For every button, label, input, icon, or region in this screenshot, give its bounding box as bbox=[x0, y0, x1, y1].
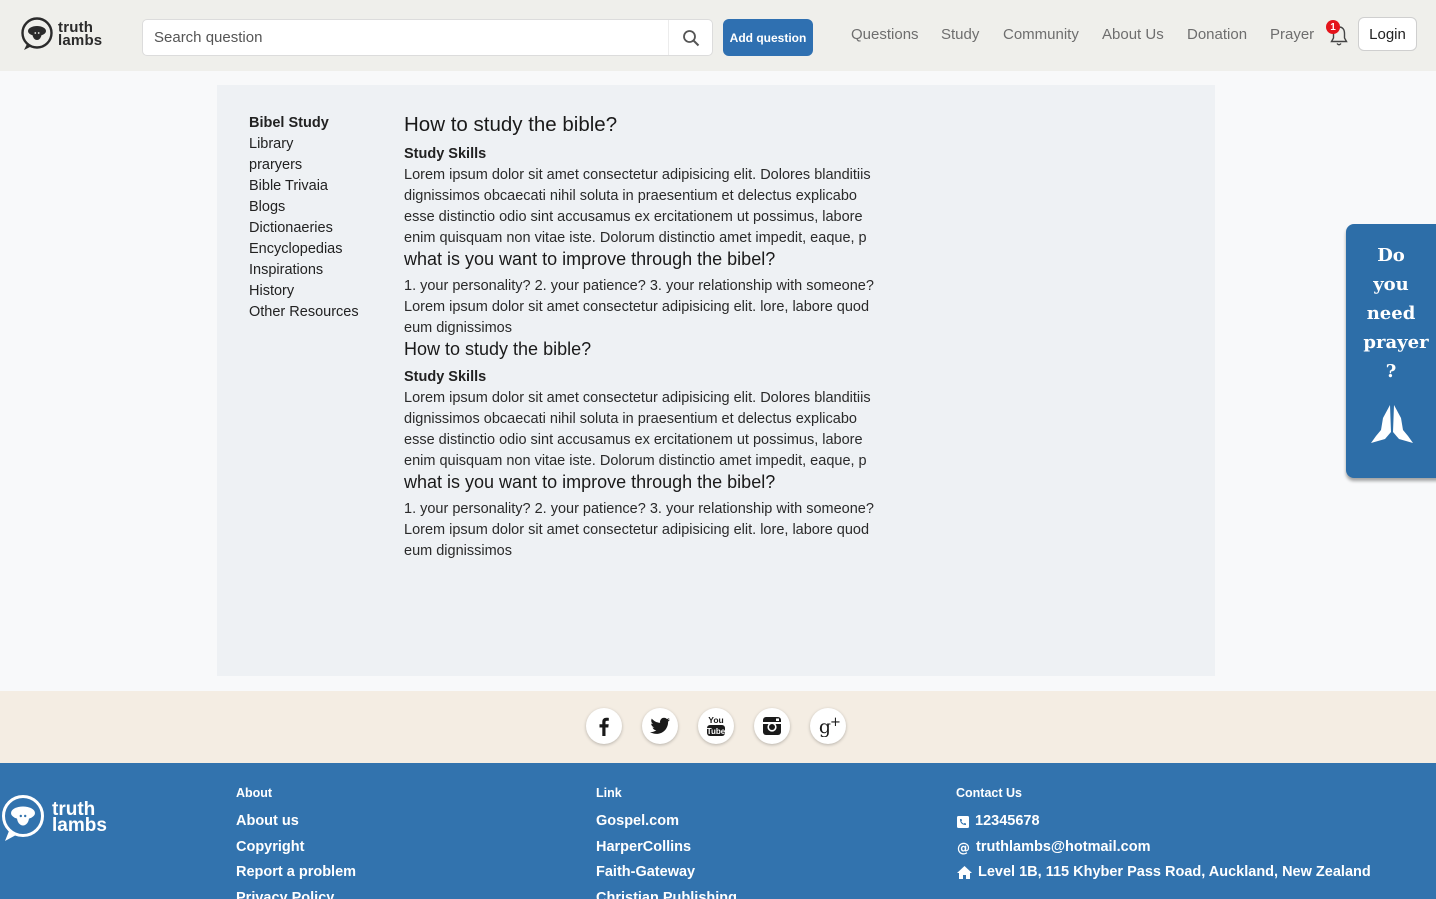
section-question: what is you want to improve through the … bbox=[404, 472, 776, 492]
site-logo[interactable]: truth lambs bbox=[20, 17, 102, 51]
footer-address-text: Level 1B, 115 Khyber Pass Road, Auckland… bbox=[978, 864, 1371, 880]
prayer-request-widget[interactable]: Do you need prayer ? bbox=[1346, 224, 1436, 478]
section-title: How to study the bible? bbox=[404, 339, 592, 359]
nav-prayer[interactable]: Prayer bbox=[1270, 26, 1314, 43]
home-icon bbox=[957, 866, 972, 880]
prayer-widget-text: Do you need prayer ? bbox=[1346, 241, 1436, 386]
svg-text:@: @ bbox=[957, 841, 970, 855]
footer-logo-line-2: lambs bbox=[52, 815, 107, 836]
logo-line-2: lambs bbox=[58, 32, 103, 49]
footer-link-heading: Link bbox=[596, 786, 622, 800]
section-list: 1. your personality? 2. your patience? 3… bbox=[404, 501, 874, 517]
youtube-icon: You Tube bbox=[707, 715, 726, 736]
footer-link-column: Link Gospel.com HarperCollins Faith-Gate… bbox=[596, 786, 737, 899]
add-question-button[interactable]: Add question bbox=[723, 19, 813, 56]
section-body-2: Lorem ipsum dolor sit amet consectetur a… bbox=[404, 299, 870, 336]
footer-link-gospel[interactable]: Gospel.com bbox=[596, 809, 737, 835]
footer-link-privacy-policy[interactable]: Privacy Policy bbox=[236, 886, 356, 899]
sidebar-item-history[interactable]: History bbox=[249, 281, 389, 302]
footer-about-heading: About bbox=[236, 786, 273, 800]
article: How to study the bible? Study Skills Lor… bbox=[404, 112, 874, 562]
footer-contact-heading: Contact Us bbox=[956, 786, 1022, 800]
praying-hands-icon bbox=[1371, 405, 1413, 443]
search-bar bbox=[142, 19, 713, 56]
section-body-2: Lorem ipsum dolor sit amet consectetur a… bbox=[404, 522, 870, 559]
sidebar-item-praryers[interactable]: praryers bbox=[249, 155, 389, 176]
login-button[interactable]: Login bbox=[1358, 17, 1417, 51]
footer-wordmark: truth lambs bbox=[52, 800, 107, 836]
section-title: How to study the bible? bbox=[404, 113, 618, 136]
search-input[interactable] bbox=[143, 20, 668, 55]
nav-study[interactable]: Study bbox=[941, 26, 979, 43]
nav-about-us[interactable]: About Us bbox=[1102, 26, 1164, 43]
sidebar-item-blogs[interactable]: Blogs bbox=[249, 197, 389, 218]
site-footer: truth lambs About About us Copyright Rep… bbox=[0, 763, 1436, 899]
svg-text:You: You bbox=[708, 715, 723, 725]
social-strip: You Tube g + bbox=[0, 691, 1436, 763]
nav-donation[interactable]: Donation bbox=[1187, 26, 1247, 43]
prayer-line: Do bbox=[1377, 245, 1405, 266]
footer-phone-text: 12345678 bbox=[975, 813, 1040, 829]
section-body: Lorem ipsum dolor sit amet consectetur a… bbox=[404, 167, 871, 246]
footer-logo[interactable]: truth lambs bbox=[0, 794, 107, 842]
facebook-icon bbox=[599, 717, 609, 736]
footer-email-text: truthlambs@hotmail.com bbox=[976, 838, 1151, 855]
sidebar-item-library[interactable]: Library bbox=[249, 134, 389, 155]
top-navbar: truth lambs Add question Questions Study… bbox=[0, 0, 1436, 71]
study-sidebar: Bibel Study Library praryers Bible Triva… bbox=[249, 113, 389, 323]
svg-text:+: + bbox=[830, 715, 841, 730]
facebook-link[interactable] bbox=[586, 708, 622, 744]
sidebar-item-bible-trivaia[interactable]: Bible Trivaia bbox=[249, 176, 389, 197]
twitter-link[interactable] bbox=[642, 708, 678, 744]
article-section: How to study the bible? Study Skills Lor… bbox=[404, 339, 874, 562]
sidebar-item-other-resources[interactable]: Other Resources bbox=[249, 302, 389, 323]
prayer-line: ? bbox=[1385, 361, 1397, 382]
google-plus-link[interactable]: g + bbox=[810, 708, 846, 744]
search-button[interactable] bbox=[668, 20, 712, 55]
footer-link-christian-publishing[interactable]: Christian Publishing bbox=[596, 886, 737, 899]
sidebar-item-encyclopedias[interactable]: Encyclopedias bbox=[249, 239, 389, 260]
sidebar-item-inspirations[interactable]: Inspirations bbox=[249, 260, 389, 281]
sidebar-item-dictionaeries[interactable]: Dictionaeries bbox=[249, 218, 389, 239]
notification-badge: 1 bbox=[1326, 20, 1340, 34]
logo-wordmark: truth lambs bbox=[58, 20, 103, 49]
twitter-icon bbox=[650, 717, 670, 734]
lamb-logo-icon bbox=[2, 795, 44, 841]
prayer-line: need bbox=[1366, 303, 1416, 324]
nav-questions[interactable]: Questions bbox=[851, 26, 919, 43]
youtube-link[interactable]: You Tube bbox=[698, 708, 734, 744]
footer-address: Level 1B, 115 Khyber Pass Road, Auckland… bbox=[956, 860, 1371, 886]
article-section: How to study the bible? Study Skills Lor… bbox=[404, 112, 874, 339]
at-sign-icon: @ bbox=[957, 841, 970, 855]
sidebar-item-bibel-study[interactable]: Bibel Study bbox=[249, 113, 389, 134]
nav-community[interactable]: Community bbox=[1003, 26, 1079, 43]
prayer-line: prayer bbox=[1363, 332, 1429, 353]
prayer-line: you bbox=[1373, 274, 1409, 295]
footer-link-about-us[interactable]: About us bbox=[236, 809, 356, 835]
footer-contact-column: Contact Us 12345678 @ truthlambs@hotmail… bbox=[956, 786, 1371, 886]
instagram-link[interactable] bbox=[754, 708, 790, 744]
search-icon bbox=[682, 29, 699, 46]
footer-link-faith-gateway[interactable]: Faith-Gateway bbox=[596, 860, 737, 886]
section-question: what is you want to improve through the … bbox=[404, 249, 776, 269]
footer-email[interactable]: @ truthlambs@hotmail.com bbox=[956, 835, 1371, 861]
svg-text:Tube: Tube bbox=[707, 727, 726, 736]
footer-link-harpercollins[interactable]: HarperCollins bbox=[596, 835, 737, 861]
footer-phone[interactable]: 12345678 bbox=[956, 809, 1371, 835]
phone-icon bbox=[957, 815, 969, 828]
footer-link-report-problem[interactable]: Report a problem bbox=[236, 860, 356, 886]
section-subtitle: Study Skills bbox=[404, 369, 487, 385]
lamb-logo-icon bbox=[21, 17, 53, 50]
section-body: Lorem ipsum dolor sit amet consectetur a… bbox=[404, 390, 871, 469]
instagram-icon bbox=[763, 717, 781, 735]
google-plus-icon: g + bbox=[819, 715, 841, 737]
section-subtitle: Study Skills bbox=[404, 146, 487, 162]
footer-link-copyright[interactable]: Copyright bbox=[236, 835, 356, 861]
section-list: 1. your personality? 2. your patience? 3… bbox=[404, 278, 874, 294]
footer-about-column: About About us Copyright Report a proble… bbox=[236, 786, 356, 899]
